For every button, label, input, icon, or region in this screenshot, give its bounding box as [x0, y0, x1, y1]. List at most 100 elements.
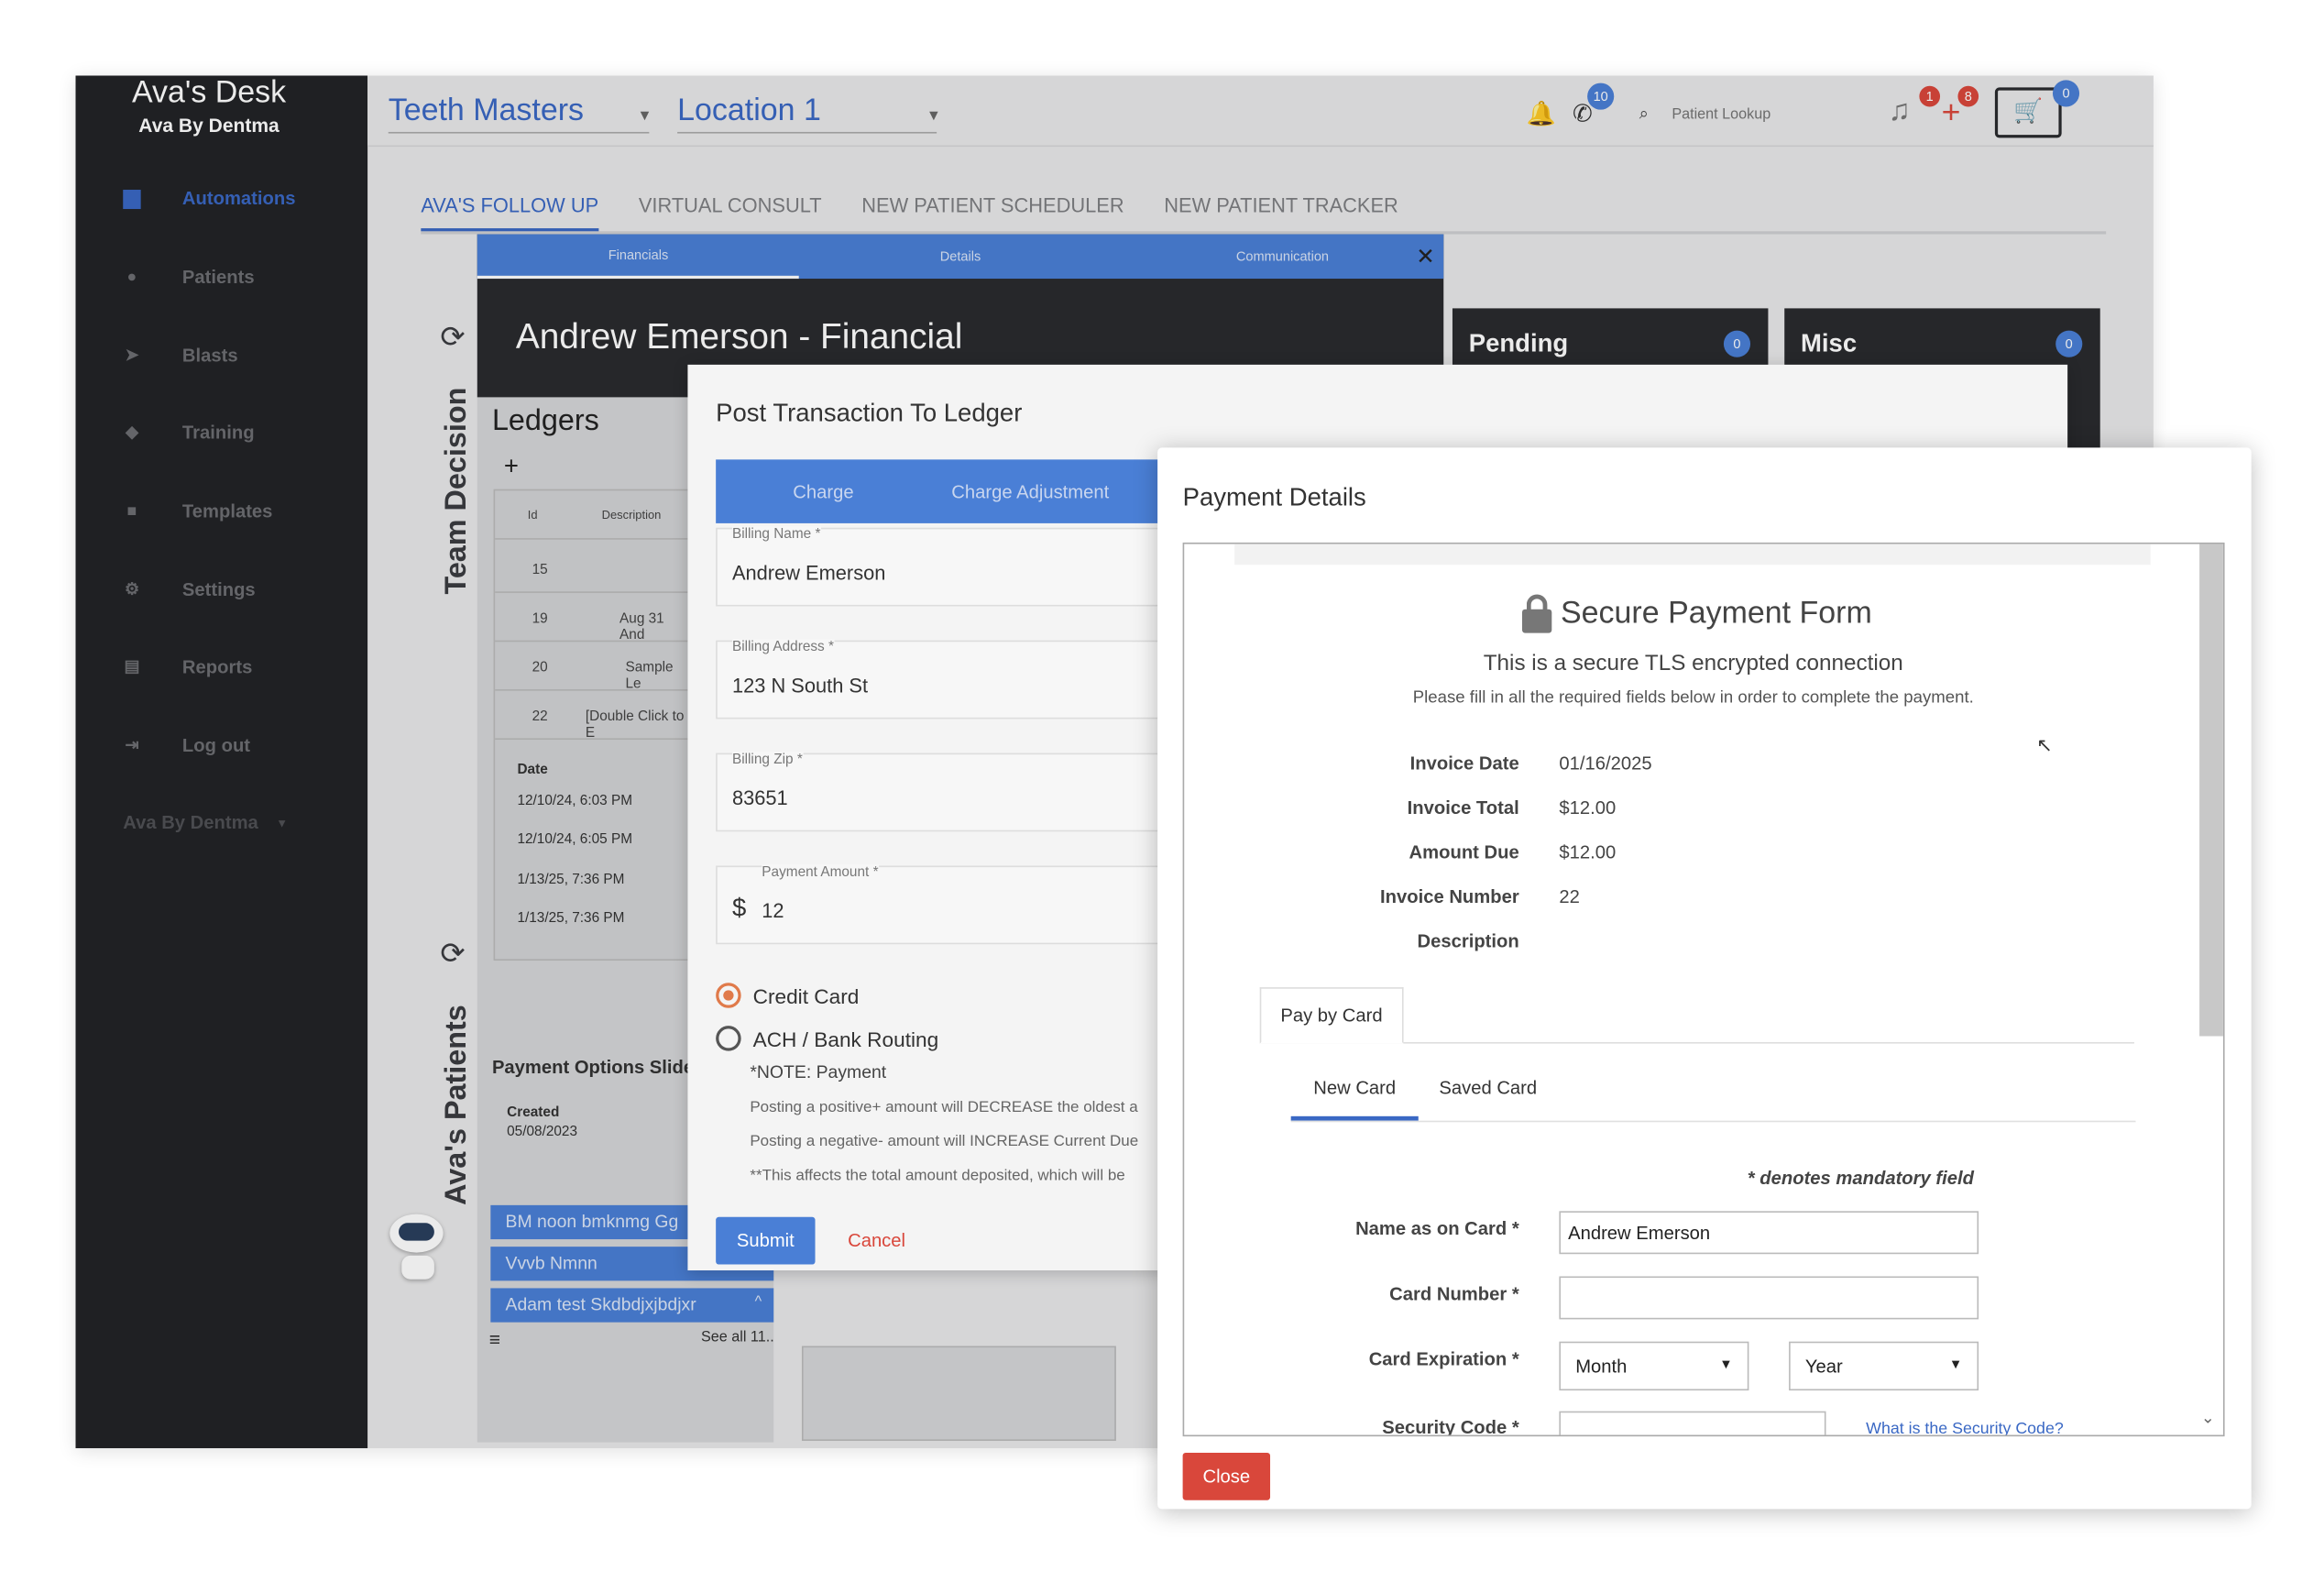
note-line: **This affects the total amount deposite…: [750, 1166, 1125, 1185]
invoice-date-value: 01/16/2025: [1559, 753, 1652, 775]
sidebar-item-blasts[interactable]: ➤ Blasts: [123, 339, 237, 372]
tab-saved-card[interactable]: Saved Card: [1439, 1078, 1537, 1099]
field-value: Andrew Emerson: [731, 561, 886, 585]
billing-name-field[interactable]: Billing Name * Andrew Emerson: [716, 526, 1161, 607]
tab-new-patient-scheduler[interactable]: NEW PATIENT SCHEDULER: [861, 194, 1124, 231]
sidebar-item-label: Patients: [181, 267, 255, 288]
tab-details[interactable]: Details: [799, 249, 1121, 264]
robot-icon: [123, 189, 141, 209]
description-label: Description: [1417, 930, 1519, 952]
payment-amount-field[interactable]: Payment Amount * $12: [716, 863, 1161, 945]
sidebar-footer-label: Ava By Dentma: [123, 812, 258, 833]
select-value: Month: [1575, 1356, 1628, 1378]
invoice-number-value: 22: [1559, 886, 1580, 907]
tab-new-patient-tracker[interactable]: NEW PATIENT TRACKER: [1164, 194, 1398, 231]
form-subtitle: This is a secure TLS encrypted connectio…: [1483, 650, 1903, 676]
menu-icon[interactable]: ≡: [489, 1328, 500, 1350]
bell-badge: 1: [1919, 85, 1941, 107]
sidebar-item-patients[interactable]: ● Patients: [123, 261, 255, 294]
sidebar-item-settings[interactable]: ⚙ Settings: [123, 574, 256, 607]
note-line: Posting a positive+ amount will DECREASE…: [750, 1098, 1138, 1116]
amount-due-label: Amount Due: [1409, 841, 1519, 863]
tab-charge[interactable]: Charge: [793, 481, 853, 502]
scrollbar-thumb[interactable]: [2199, 544, 2223, 1037]
security-code-help-link[interactable]: What is the Security Code?: [1866, 1420, 2064, 1434]
chevron-down-icon: ▼: [276, 816, 289, 829]
practice-select[interactable]: Teeth Masters: [388, 93, 650, 134]
sidebar-footer[interactable]: Ava By Dentma ▼: [123, 807, 288, 840]
post-tabs: Charge Charge Adjustment: [716, 459, 1161, 523]
close-icon[interactable]: ✕: [1416, 243, 1434, 269]
sidebar-item-automations[interactable]: Automations: [123, 182, 295, 215]
patient-lookup-input[interactable]: [1672, 100, 1850, 128]
security-code-input[interactable]: [1559, 1411, 1826, 1435]
ledger-id: 20: [532, 659, 548, 676]
phone-badge: 10: [1587, 82, 1615, 110]
bell-icon[interactable]: ♫: [1888, 95, 1910, 129]
cart-icon: 🛒: [2013, 99, 2044, 125]
name-on-card-input[interactable]: Andrew Emerson: [1559, 1211, 1979, 1255]
table-row[interactable]: 19 Aug 31 And: [495, 593, 691, 643]
billing-zip-field[interactable]: Billing Zip * 83651: [716, 751, 1161, 832]
ach-radio[interactable]: ACH / Bank Routing: [716, 1026, 938, 1051]
expiration-month-select[interactable]: Month ▼: [1559, 1341, 1749, 1391]
table-row[interactable]: 15: [495, 544, 691, 593]
sidebar-item-reports[interactable]: ▤ Reports: [123, 651, 253, 684]
ledger-header-id: Id: [527, 508, 538, 522]
refresh-icon[interactable]: ⟳: [440, 936, 465, 972]
expiration-year-select[interactable]: Year ▼: [1789, 1341, 1979, 1391]
sidebar-item-templates[interactable]: ■ Templates: [123, 495, 273, 528]
form-instructions: Please fill in all the required fields b…: [1412, 689, 1974, 708]
patient-chip[interactable]: Adam test Skdbdjxjbdjxr ^: [490, 1288, 774, 1323]
chevron-down-icon[interactable]: ⌄: [2201, 1408, 2215, 1427]
field-label: Billing Name *: [731, 526, 821, 543]
frame-topbar: [1234, 544, 2151, 566]
card-number-input[interactable]: [1559, 1276, 1979, 1320]
financial-tabs: Financials Details Communication ✕: [477, 234, 1444, 280]
submit-button[interactable]: Submit: [716, 1216, 816, 1265]
table-row[interactable]: 20 Sample Le: [495, 642, 691, 692]
tab-communication[interactable]: Communication: [1122, 249, 1443, 264]
tab-pay-by-card[interactable]: Pay by Card: [1259, 987, 1404, 1044]
ledgers-title: Ledgers: [491, 404, 599, 438]
sidebar-item-label: Settings: [181, 579, 256, 601]
cart-button[interactable]: 🛒: [1994, 87, 2062, 138]
note-title: *NOTE: Payment: [750, 1060, 887, 1082]
credit-card-radio[interactable]: Credit Card: [716, 983, 860, 1008]
sidebar-item-logout[interactable]: ⇥ Log out: [123, 730, 250, 763]
tab-financials[interactable]: Financials: [477, 235, 800, 280]
note-line: Posting a negative- amount will INCREASE…: [750, 1132, 1139, 1151]
tab-new-card[interactable]: New Card: [1290, 1078, 1419, 1121]
sidebar-item-label: Templates: [181, 500, 273, 522]
payment-iframe: ⌄ Secure Payment Form This is a secure T…: [1182, 542, 2225, 1437]
announce-icon[interactable]: 🔔: [1527, 99, 1556, 128]
sidebar-item-label: Blasts: [181, 345, 238, 367]
close-button[interactable]: Close: [1182, 1452, 1271, 1500]
team-decision-heading: Team Decision: [440, 387, 473, 595]
location-label: Location 1: [677, 93, 821, 128]
misc-count-badge: 0: [2055, 330, 2083, 357]
payment-details-title: Payment Details: [1182, 483, 1366, 511]
robot-mascot-icon: [369, 1214, 444, 1286]
location-select[interactable]: Location 1: [677, 93, 937, 134]
refresh-icon[interactable]: ⟳: [440, 319, 465, 356]
sidebar-item-training[interactable]: ◆ Training: [123, 416, 254, 449]
select-value: Year: [1804, 1356, 1843, 1378]
form-title: Secure Payment Form: [1561, 596, 1872, 631]
cancel-button[interactable]: Cancel: [848, 1230, 905, 1251]
avas-patients-heading: Ava's Patients: [440, 1005, 473, 1205]
radio-unchecked-icon: [716, 1026, 741, 1051]
table-row[interactable]: 22 [Double Click to E: [495, 691, 691, 742]
tab-avas-follow-up[interactable]: AVA'S FOLLOW UP: [421, 194, 599, 232]
field-value: 123 N South St: [731, 674, 869, 698]
invoice-total-label: Invoice Total: [1407, 797, 1519, 818]
field-label: Billing Address *: [731, 639, 834, 655]
radio-label: Credit Card: [752, 983, 860, 1007]
tab-virtual-consult[interactable]: VIRTUAL CONSULT: [639, 194, 822, 231]
see-all-link[interactable]: See all 11..: [701, 1330, 774, 1346]
tab-charge-adjustment[interactable]: Charge Adjustment: [951, 481, 1109, 502]
sidebar-item-label: Automations: [181, 188, 296, 210]
billing-address-field[interactable]: Billing Address * 123 N South St: [716, 639, 1161, 720]
add-ledger-button[interactable]: +: [504, 452, 519, 481]
slider-title: Payment Options Slider: [491, 1057, 702, 1078]
